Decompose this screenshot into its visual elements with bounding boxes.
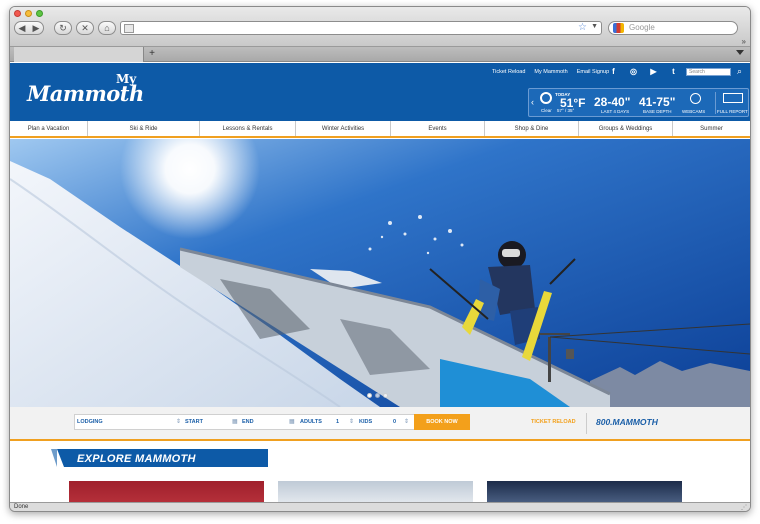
tab-bar: + — [10, 47, 750, 62]
social-links: f ◎ ▶ t — [608, 67, 679, 76]
slide-dot[interactable] — [367, 393, 372, 398]
sun-icon — [540, 92, 552, 104]
logo-mark-icon: My — [116, 72, 137, 86]
resize-grip-icon[interactable]: ⋰ — [741, 504, 747, 511]
nav-lessons-rentals[interactable]: Lessons & Rentals — [200, 121, 296, 136]
stop-icon[interactable]: ✕ — [76, 21, 94, 35]
webcam-icon[interactable] — [690, 93, 701, 104]
slide-dot[interactable] — [383, 393, 388, 398]
back-arrow-icon[interactable]: ◀ — [15, 23, 29, 34]
chevron-down-icon[interactable]: ▼ — [591, 23, 598, 30]
hero-slideshow[interactable] — [10, 139, 750, 407]
website: Mammoth My Ticket Reload My Mammoth Emai… — [10, 63, 750, 503]
adults-value[interactable]: 1 — [336, 419, 339, 425]
calendar-icon[interactable]: ▦ — [289, 418, 295, 425]
explore-accent — [51, 449, 57, 467]
link-ticket-reload[interactable]: Ticket Reload — [492, 69, 525, 75]
site-search-input[interactable]: Search — [686, 68, 731, 76]
main-nav: Plan a Vacation Ski & Ride Lessons & Ren… — [10, 121, 750, 138]
reload-icon[interactable]: ↻ — [54, 21, 72, 35]
adults-stepper-icon[interactable]: ⇕ — [349, 418, 354, 425]
booking-bar: LODGING ⇕ START ▦ END ▦ ADULTS 1 ⇕ KIDS … — [10, 407, 750, 441]
nav-groups-weddings[interactable]: Groups & Weddings — [579, 121, 673, 136]
tab-active[interactable] — [14, 47, 144, 62]
slide-dot[interactable] — [375, 393, 380, 398]
hero-image — [10, 139, 750, 407]
kids-value[interactable]: 0 — [393, 419, 396, 425]
divider — [586, 413, 587, 434]
browser-toolbar: ◀ ▶ ↻ ✕ ⌂ ☆ ▼ Google » — [10, 7, 750, 47]
nav-shop-dine[interactable]: Shop & Dine — [485, 121, 579, 136]
explore-card[interactable] — [487, 481, 682, 503]
nav-events[interactable]: Events — [391, 121, 485, 136]
link-my-mammoth[interactable]: My Mammoth — [534, 69, 567, 75]
new-tab-button[interactable]: + — [146, 47, 158, 61]
youtube-icon[interactable]: ▶ — [648, 67, 659, 76]
weather-widget: ‹ TODAY 51°F Clear 57° / 35° 28-40" LAST… — [528, 88, 749, 117]
snowfall-label: LAST 4 DAYS — [601, 109, 630, 114]
nav-winter-activities[interactable]: Winter Activities — [296, 121, 391, 136]
lodging-select[interactable]: LODGING — [77, 419, 103, 425]
overflow-chevron-icon[interactable]: » — [742, 37, 746, 46]
explore-card[interactable] — [278, 481, 473, 503]
ticket-reload-link[interactable]: TICKET RELOAD — [531, 419, 576, 425]
twitter-icon[interactable]: t — [668, 67, 679, 76]
full-report-icon[interactable] — [723, 93, 743, 103]
end-date-field[interactable]: END — [242, 419, 254, 425]
kids-stepper-icon[interactable]: ⇕ — [404, 418, 409, 425]
adults-label: ADULTS — [300, 419, 322, 425]
nav-plan-vacation[interactable]: Plan a Vacation — [10, 121, 88, 136]
minimize-window-button[interactable] — [25, 10, 32, 17]
book-now-button[interactable]: BOOK NOW — [414, 414, 470, 430]
webcams-label[interactable]: WEBCAMS — [682, 109, 705, 114]
snowfall-value: 28-40" — [594, 95, 631, 109]
weather-condition: Clear — [541, 108, 552, 113]
nav-summer[interactable]: Summer — [673, 121, 750, 136]
search-input[interactable]: Google — [608, 21, 738, 35]
zoom-window-button[interactable] — [36, 10, 43, 17]
facebook-icon[interactable]: f — [608, 67, 619, 76]
phone-number[interactable]: 800.MAMMOTH — [596, 417, 658, 427]
close-window-button[interactable] — [14, 10, 21, 17]
kids-label: KIDS — [359, 419, 373, 425]
favicon-icon — [124, 24, 134, 33]
address-bar[interactable]: ☆ ▼ — [120, 21, 602, 35]
status-bar: Done ⋰ — [10, 502, 750, 511]
forward-arrow-icon[interactable]: ▶ — [29, 23, 43, 34]
link-email-signup[interactable]: Email Signup — [577, 69, 609, 75]
status-text: Done — [14, 504, 29, 510]
search-icon[interactable]: ⌕ — [737, 66, 742, 77]
back-forward-buttons: ◀ ▶ — [14, 21, 44, 35]
base-depth-value: 41-75" — [639, 95, 676, 109]
site-header: Mammoth My Ticket Reload My Mammoth Emai… — [10, 63, 750, 121]
top-links: Ticket Reload My Mammoth Email Signup — [492, 69, 609, 75]
weather-divider — [715, 92, 716, 114]
base-depth-label: BASE DEPTH — [643, 109, 672, 114]
booking-form: LODGING ⇕ START ▦ END ▦ ADULTS 1 ⇕ KIDS … — [74, 414, 470, 430]
slide-indicators — [367, 393, 388, 398]
calendar-icon[interactable]: ▦ — [232, 418, 238, 425]
browser-window: ◀ ▶ ↻ ✕ ⌂ ☆ ▼ Google » + Mammoth My Tick… — [9, 6, 751, 512]
instagram-icon[interactable]: ◎ — [628, 67, 639, 76]
stepper-icon[interactable]: ⇕ — [176, 418, 181, 425]
bookmark-star-icon[interactable]: ☆ — [578, 22, 587, 33]
tab-list-icon[interactable] — [736, 50, 744, 55]
nav-ski-ride[interactable]: Ski & Ride — [88, 121, 200, 136]
home-icon[interactable]: ⌂ — [98, 21, 116, 35]
google-icon — [613, 23, 624, 33]
chevron-left-icon[interactable]: ‹ — [531, 97, 534, 107]
weather-range: 57° / 35° — [557, 108, 575, 113]
search-placeholder: Google — [629, 23, 655, 32]
full-report-label[interactable]: FULL REPORT — [717, 109, 748, 114]
explore-title: EXPLORE MAMMOTH — [77, 453, 196, 465]
explore-card[interactable] — [69, 481, 264, 503]
start-date-field[interactable]: START — [185, 419, 203, 425]
